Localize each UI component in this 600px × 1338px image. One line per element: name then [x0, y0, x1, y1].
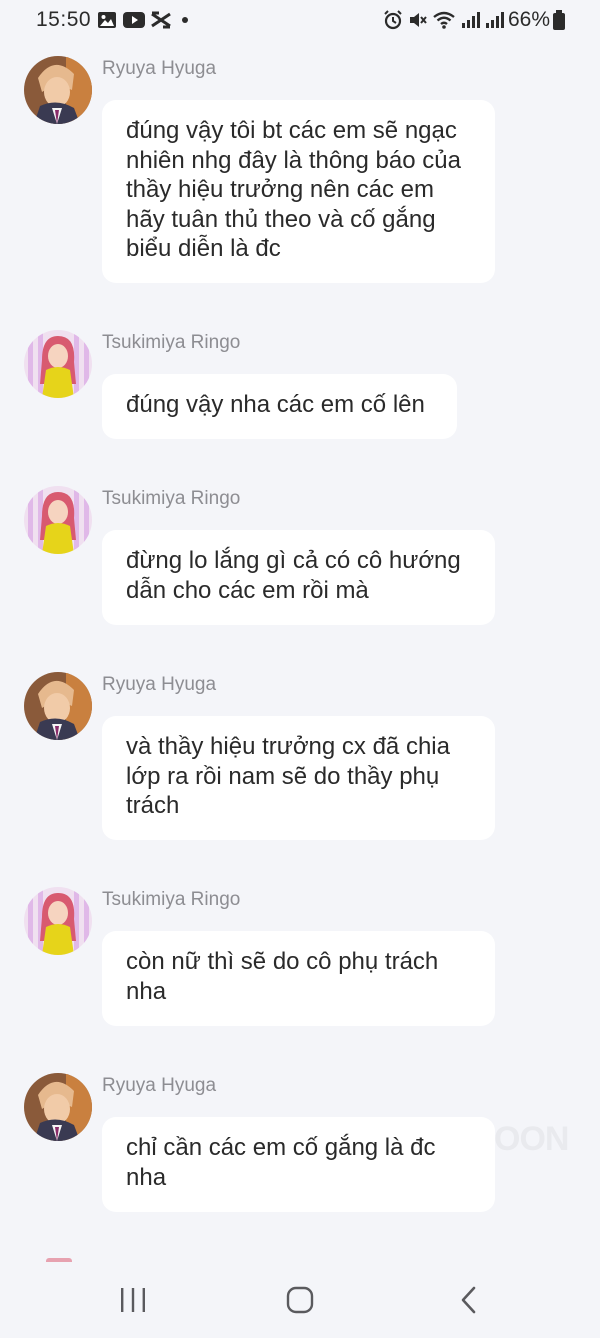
avatar[interactable] — [24, 330, 92, 398]
status-bar: 15:50 66% — [0, 0, 600, 40]
message-bubble[interactable]: và thầy hiệu trưởng cx đã chia lớp ra rồ… — [102, 716, 495, 840]
navigation-bar — [0, 1262, 600, 1338]
avatar[interactable] — [24, 887, 92, 955]
message-bubble[interactable]: chỉ cần các em cố gắng là đc nha — [102, 1117, 495, 1212]
avatar[interactable] — [24, 672, 92, 740]
message-bubble[interactable]: đừng lo lắng gì cả có cô hướng dẫn cho c… — [102, 530, 495, 625]
home-icon[interactable] — [285, 1286, 315, 1314]
message-bubble[interactable]: đúng vậy tôi bt các em sẽ ngạc nhiên nhg… — [102, 100, 495, 283]
capcut-icon — [151, 11, 171, 29]
ryuya-avatar-icon — [24, 672, 92, 740]
sender-name: Ryuya Hyuga — [102, 674, 217, 695]
sender-name: Ryuya Hyuga — [102, 58, 217, 79]
ringo-avatar-icon — [24, 330, 92, 398]
avatar[interactable] — [24, 1073, 92, 1141]
sender-name: Tsukimiya Ringo — [102, 488, 241, 509]
sender-name: Tsukimiya Ringo — [102, 332, 241, 353]
recent-apps-icon[interactable] — [118, 1286, 148, 1314]
battery-icon — [553, 10, 565, 30]
wifi-icon — [433, 11, 455, 29]
watermark-logo: OON — [494, 1120, 569, 1158]
sender-name: Ryuya Hyuga — [102, 1075, 217, 1096]
ringo-avatar-icon — [24, 887, 92, 955]
avatar[interactable] — [24, 56, 92, 124]
avatar[interactable] — [24, 486, 92, 554]
dot-icon — [182, 17, 188, 23]
message-bubble[interactable]: còn nữ thì sẽ do cô phụ trách nha — [102, 931, 495, 1026]
back-icon[interactable] — [455, 1286, 485, 1314]
sender-name: Tsukimiya Ringo — [102, 889, 241, 910]
mute-icon — [410, 13, 427, 27]
signal-icon — [486, 12, 504, 28]
battery-percentage: 66% — [508, 8, 551, 31]
ringo-avatar-icon — [24, 486, 92, 554]
chat-screen: 15:50 66% Ryuya Hyuga đúng vậy tôi bt cá… — [0, 0, 600, 1338]
youtube-icon — [123, 12, 145, 28]
status-time: 15:50 — [36, 8, 92, 31]
ryuya-avatar-icon — [24, 56, 92, 124]
gallery-icon — [98, 12, 116, 28]
signal-icon — [462, 12, 480, 28]
alarm-icon — [384, 10, 402, 30]
ryuya-avatar-icon — [24, 1073, 92, 1141]
message-bubble[interactable]: đúng vậy nha các em cố lên — [102, 374, 457, 439]
